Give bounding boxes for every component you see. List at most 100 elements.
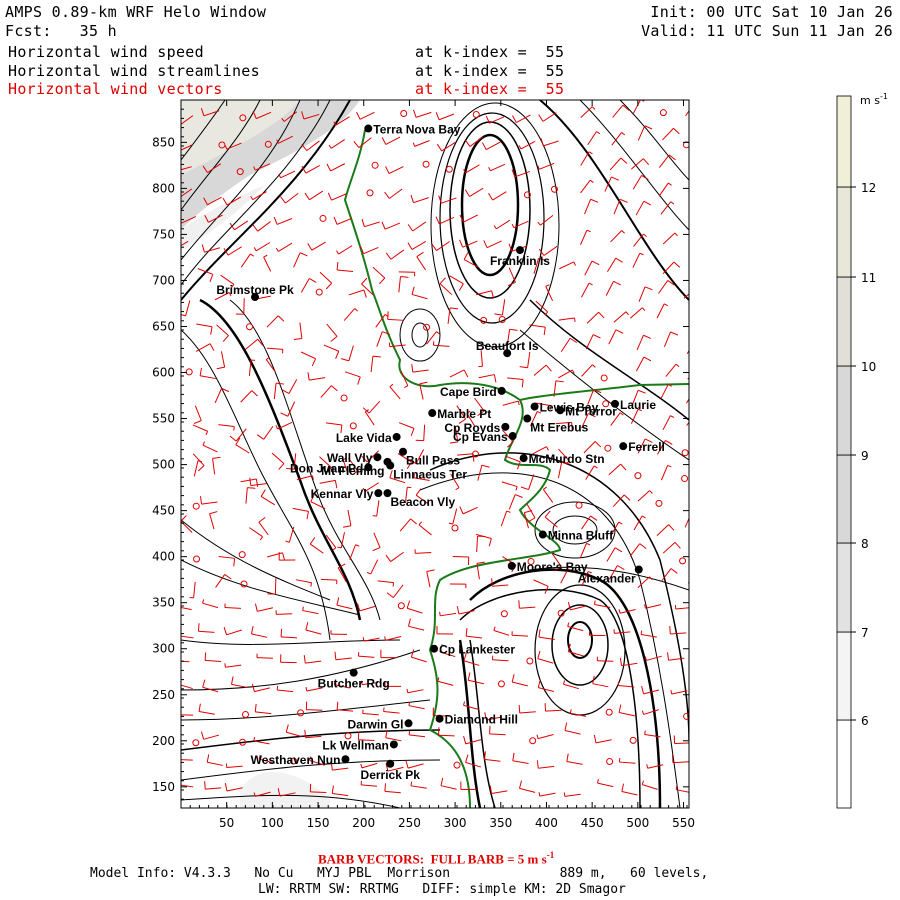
station[interactable]: Lake Vida — [336, 431, 401, 445]
station[interactable]: Lk Wellman — [322, 738, 398, 752]
station[interactable]: Butcher Rdg — [318, 668, 390, 691]
station[interactable]: Beacon Vly — [383, 489, 456, 509]
wind-barb — [447, 307, 459, 324]
wind-barb — [662, 232, 678, 245]
wind-barb — [258, 516, 269, 536]
barb-flag — [643, 233, 647, 237]
barb-flag — [493, 374, 497, 383]
barb-shaft — [463, 704, 480, 710]
barb-flag — [574, 317, 576, 322]
station[interactable]: Kennar Vly — [311, 487, 383, 501]
barb-flag — [222, 335, 229, 342]
barb-shaft — [364, 221, 380, 228]
barb-flag — [256, 434, 265, 440]
barb-shaft — [537, 658, 554, 664]
colorbar-bin — [836, 719, 852, 809]
speed-shade-6b — [240, 771, 330, 808]
barb-shaft — [266, 347, 283, 350]
wind-barb — [245, 487, 256, 504]
wind-barb — [688, 180, 706, 192]
barb-flag — [302, 606, 304, 611]
barb-shaft — [376, 500, 380, 517]
barb-flag — [259, 536, 263, 541]
wind-barb — [326, 323, 338, 342]
wind-barb — [452, 556, 470, 566]
barb-flag — [546, 446, 549, 451]
wind-barb — [252, 221, 271, 232]
colorbar-bin — [836, 276, 852, 367]
barb-flag — [176, 599, 178, 607]
barb-flag — [175, 118, 180, 124]
station[interactable]: Terra Nova Bay — [364, 123, 461, 137]
barb-shaft — [305, 165, 321, 174]
barb-shaft — [240, 253, 251, 268]
barb-shaft — [610, 230, 623, 243]
barb-shaft — [638, 286, 646, 302]
barb-shaft — [656, 524, 669, 536]
wind-barb — [192, 739, 200, 747]
station-label: Diamond Hill — [445, 713, 518, 727]
barb-flag — [467, 672, 471, 681]
station[interactable]: Brimstone Pk — [216, 283, 294, 302]
barb-shaft — [433, 344, 450, 347]
station[interactable]: Mt Terror — [556, 404, 617, 418]
station[interactable]: Cp Evans — [453, 430, 517, 444]
wind-barb — [658, 280, 675, 294]
barb-flag — [465, 754, 469, 763]
barb-shaft — [658, 154, 670, 168]
barb-shaft — [414, 140, 430, 147]
barb-shaft — [614, 631, 631, 634]
wind-barb — [646, 764, 664, 769]
barb-shaft — [662, 415, 671, 431]
station[interactable]: Derrick Pk — [361, 759, 421, 782]
wind-barb — [253, 242, 271, 252]
barb-flag — [593, 465, 598, 469]
barb-shaft — [607, 257, 617, 273]
station[interactable]: Laurie — [610, 398, 656, 412]
barb-shaft — [181, 684, 193, 690]
wind-barb — [381, 221, 401, 230]
barb-flag — [598, 311, 605, 319]
barb-flag — [172, 246, 174, 249]
barb-shaft — [511, 634, 529, 637]
station[interactable]: Cp Lankester — [430, 643, 515, 657]
barb-flag — [700, 180, 706, 185]
barb-flag — [701, 311, 706, 317]
barb-shaft — [202, 444, 218, 453]
station[interactable]: Diamond Hill — [435, 713, 518, 727]
wind-barb — [422, 160, 430, 168]
barb-flag — [670, 201, 675, 205]
barb-flag — [204, 652, 207, 661]
wind-barb — [435, 112, 455, 121]
station-label: Mt Erebus — [530, 421, 588, 435]
barb-flag — [699, 572, 702, 575]
barb-shaft — [253, 740, 270, 745]
station[interactable]: Cape Bird — [440, 385, 506, 399]
barb-shaft — [508, 267, 516, 283]
wind-barb — [336, 245, 353, 255]
barb-shaft — [449, 369, 465, 378]
station-label: Beacon Vly — [390, 495, 455, 509]
station[interactable]: Westhaven Nun — [251, 753, 350, 767]
barb-shaft — [363, 247, 379, 255]
station[interactable]: Darwin Gl — [347, 717, 413, 731]
barb-flag — [641, 710, 645, 715]
station[interactable]: Bull Pass — [399, 447, 460, 468]
station[interactable]: McMurdo Stn — [519, 452, 605, 466]
barb-flag — [303, 655, 306, 664]
wind-barb — [275, 610, 293, 615]
station[interactable]: Minna Bluff — [538, 529, 614, 543]
barb-shaft — [204, 247, 220, 253]
station[interactable]: Ferrell — [619, 440, 665, 454]
station-label: Cp Evans — [453, 430, 508, 444]
barb-shaft — [416, 256, 426, 271]
barb-shaft — [690, 157, 700, 170]
barb-flag — [488, 193, 494, 201]
calm-circle — [453, 761, 461, 769]
station[interactable]: Marble Pt — [428, 407, 491, 421]
barb-flag — [590, 198, 599, 203]
station[interactable]: Moore's Bay — [507, 560, 588, 574]
barb-shaft — [674, 742, 689, 745]
wind-barb — [336, 261, 354, 273]
wind-barb — [386, 584, 404, 599]
